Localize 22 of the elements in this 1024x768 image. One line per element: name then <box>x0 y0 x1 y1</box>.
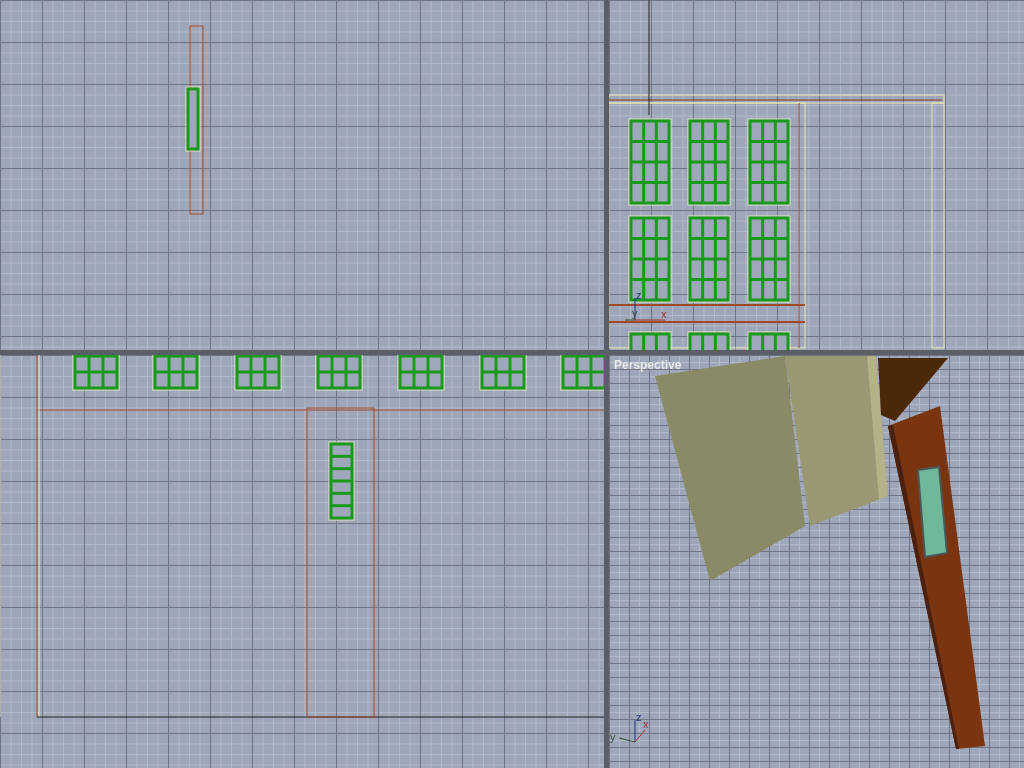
window-drawing <box>234 355 282 391</box>
window-drawing <box>687 331 731 350</box>
window-drawing <box>747 331 791 350</box>
viewport[interactable]: z y x <box>609 0 1024 350</box>
axis-label: y <box>632 307 638 319</box>
window-drawing <box>628 331 672 350</box>
window-drawing <box>560 355 604 391</box>
window-drawing <box>315 355 363 391</box>
window-drawing <box>152 355 200 391</box>
window-drawing <box>397 355 445 391</box>
axis-label: z <box>636 711 642 723</box>
axis-label: x <box>661 308 667 320</box>
axis-tripod-icon <box>618 719 646 743</box>
window-drawing <box>185 86 201 152</box>
viewport[interactable] <box>0 0 604 350</box>
axis-tripod-icon <box>624 297 666 321</box>
window-drawing <box>72 355 120 391</box>
axis-label: y <box>610 731 616 743</box>
viewport[interactable]: Perspective z y x <box>609 355 1024 768</box>
axis-label: x <box>643 718 649 730</box>
axis-label: z <box>636 289 642 301</box>
window-drawing <box>479 355 527 391</box>
